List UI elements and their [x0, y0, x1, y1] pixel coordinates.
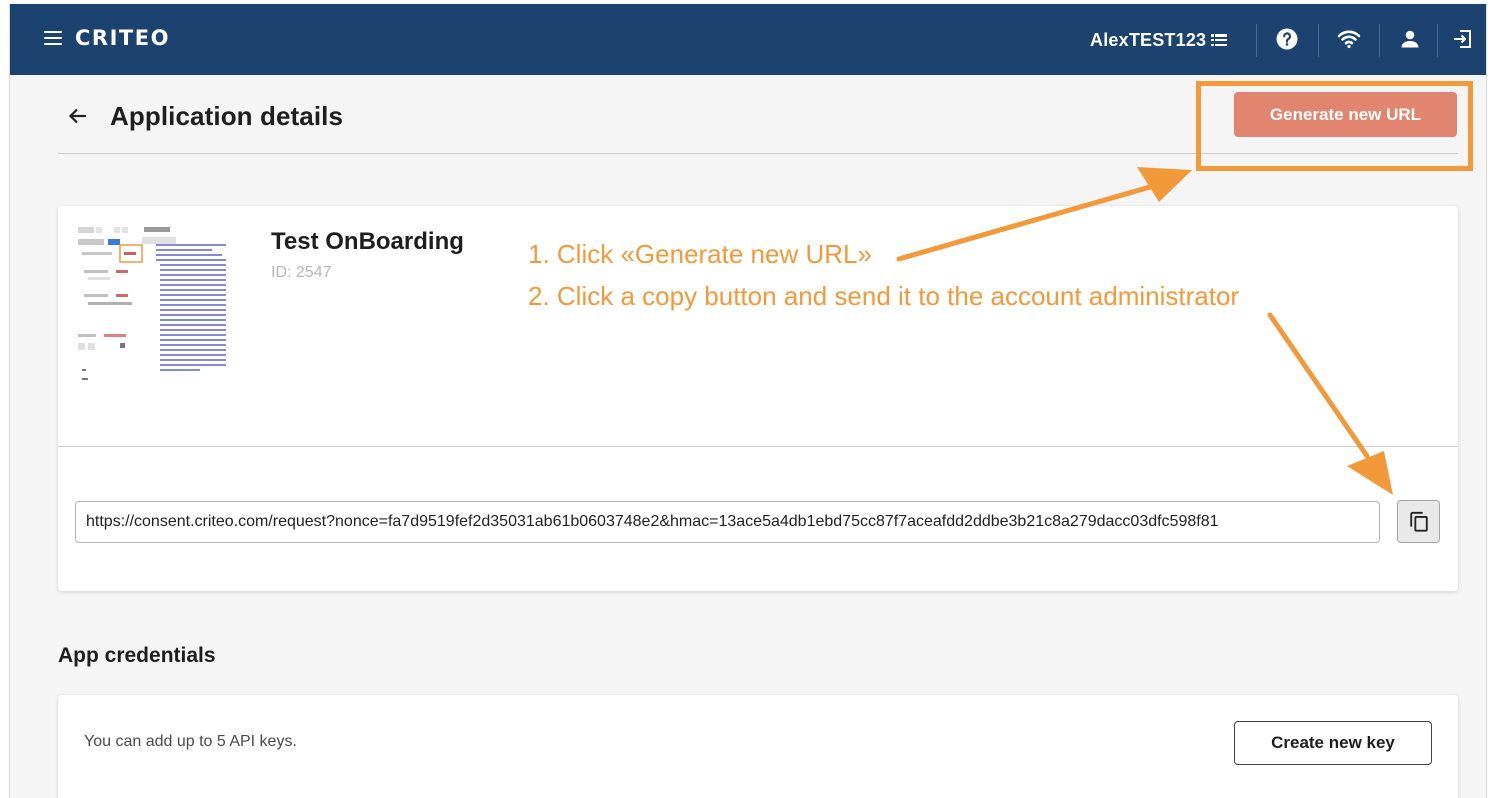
copy-icon: [1409, 511, 1428, 532]
consent-url-field[interactable]: [75, 501, 1380, 543]
credentials-card: You can add up to 5 API keys. Create new…: [58, 695, 1458, 798]
account-name[interactable]: AlexTEST123: [1090, 30, 1206, 51]
copy-url-button[interactable]: [1397, 500, 1440, 543]
application-thumbnail: [76, 224, 232, 384]
credentials-description: You can add up to 5 API keys.: [84, 733, 297, 750]
logout-icon[interactable]: [1451, 27, 1475, 51]
divider: [1437, 24, 1438, 57]
arrow-1-head: [1137, 167, 1192, 202]
top-navigation-bar: CRITEO AlexTEST123: [10, 4, 1486, 75]
divider: [1379, 24, 1380, 57]
help-icon[interactable]: [1275, 27, 1299, 51]
highlight-box: [1196, 81, 1473, 171]
annotation-step-2: 2. Click a copy button and send it to th…: [528, 281, 1240, 311]
wifi-icon[interactable]: [1337, 27, 1361, 51]
credentials-title: App credentials: [58, 644, 216, 667]
back-arrow-icon[interactable]: [66, 104, 90, 128]
application-id: ID: 2547: [271, 264, 332, 281]
user-icon[interactable]: [1398, 27, 1422, 51]
card-divider: [58, 446, 1458, 447]
application-name: Test OnBoarding: [271, 228, 464, 255]
menu-icon[interactable]: [44, 31, 62, 45]
criteo-logo[interactable]: CRITEO: [75, 26, 170, 50]
annotation-step-1: 1. Click «Generate new URL»: [528, 239, 872, 269]
divider: [1256, 24, 1257, 57]
list-icon[interactable]: [1211, 34, 1227, 46]
divider: [1318, 24, 1319, 57]
page-title: Application details: [110, 101, 344, 131]
create-new-key-button[interactable]: Create new key: [1234, 721, 1432, 765]
app-window: CRITEO AlexTEST123 Application details G…: [9, 4, 1487, 798]
